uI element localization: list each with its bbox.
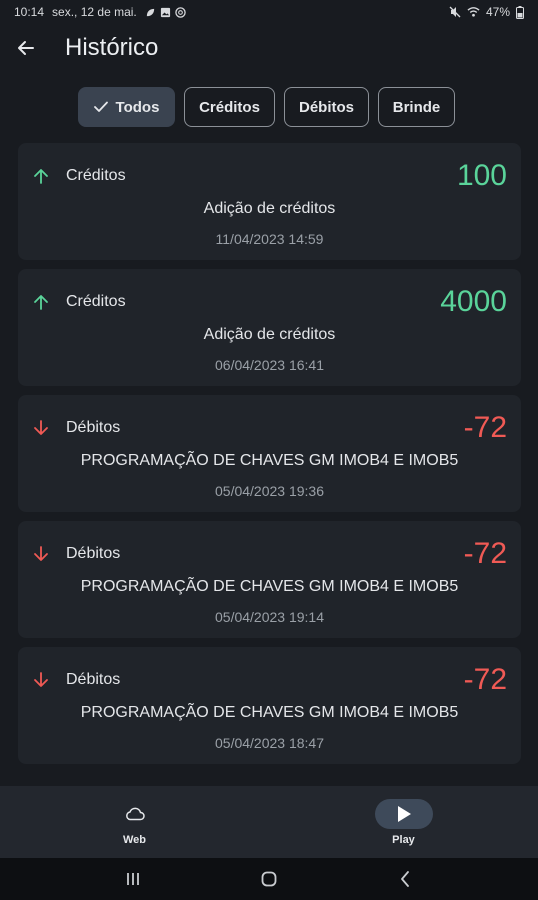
filter-chip-brinde[interactable]: Brinde bbox=[378, 87, 455, 127]
transaction-card[interactable]: Créditos 4000 Adição de créditos 06/04/2… bbox=[18, 269, 521, 386]
transaction-date: 05/04/2023 19:36 bbox=[215, 483, 324, 499]
cloud-icon bbox=[125, 807, 145, 820]
transaction-amount: -72 bbox=[463, 663, 507, 696]
transaction-date: 05/04/2023 19:14 bbox=[215, 609, 324, 625]
arrow-down-icon bbox=[34, 546, 48, 561]
transaction-amount: 100 bbox=[456, 159, 507, 192]
transaction-description: Adição de créditos bbox=[203, 326, 336, 343]
transaction-type: Débitos bbox=[66, 671, 121, 688]
bottom-navigation: Web Play bbox=[0, 786, 538, 858]
transaction-date: 11/04/2023 14:59 bbox=[215, 231, 324, 247]
arrow-down-icon bbox=[34, 420, 48, 435]
transaction-list: Créditos 100 Adição de créditos 11/04/20… bbox=[18, 143, 521, 773]
transaction-type: Créditos bbox=[66, 293, 126, 310]
transaction-date: 06/04/2023 16:41 bbox=[215, 357, 324, 373]
page-title: Histórico bbox=[65, 34, 159, 61]
filter-chips: Todos Créditos Débitos Brinde bbox=[78, 87, 455, 127]
transaction-description: Adição de créditos bbox=[203, 200, 336, 217]
battery-icon bbox=[516, 5, 524, 19]
transaction-type: Débitos bbox=[66, 545, 121, 562]
transaction-card[interactable]: Débitos -72 PROGRAMAÇÃO DE CHAVES GM IMO… bbox=[18, 395, 521, 512]
system-navigation-bar bbox=[0, 858, 538, 900]
chevron-left-icon bbox=[401, 871, 409, 887]
status-bar: 10:14 sex., 12 de mai. 47% bbox=[0, 0, 538, 24]
play-icon bbox=[397, 805, 411, 822]
transaction-type: Débitos bbox=[66, 419, 121, 436]
transaction-description: PROGRAMAÇÃO DE CHAVES GM IMOB4 E IMOB5 bbox=[80, 452, 459, 469]
filter-chip-label: Débitos bbox=[298, 98, 354, 116]
arrow-up-icon bbox=[34, 295, 48, 310]
nav-label: Web bbox=[122, 833, 147, 846]
transaction-type: Créditos bbox=[66, 167, 126, 184]
image-icon bbox=[160, 7, 170, 17]
back-button[interactable] bbox=[10, 32, 42, 64]
recent-apps-icon bbox=[127, 873, 139, 885]
transaction-card[interactable]: Débitos -72 PROGRAMAÇÃO DE CHAVES GM IMO… bbox=[18, 521, 521, 638]
transaction-card[interactable]: Débitos -72 PROGRAMAÇÃO DE CHAVES GM IMO… bbox=[18, 647, 521, 764]
transaction-description: PROGRAMAÇÃO DE CHAVES GM IMOB4 E IMOB5 bbox=[80, 578, 459, 595]
nav-item-web[interactable]: Web bbox=[0, 786, 269, 858]
at-icon bbox=[175, 6, 186, 18]
nav-item-play[interactable]: Play bbox=[269, 786, 538, 858]
transaction-amount: -72 bbox=[463, 411, 507, 444]
filter-chip-label: Todos bbox=[115, 98, 160, 116]
status-date: sex., 12 de mai. bbox=[52, 5, 137, 19]
transaction-amount: 4000 bbox=[440, 285, 507, 318]
nav-label: Play bbox=[392, 833, 415, 846]
arrow-down-icon bbox=[34, 672, 48, 687]
system-back-button[interactable] bbox=[385, 864, 425, 894]
transaction-description: PROGRAMAÇÃO DE CHAVES GM IMOB4 E IMOB5 bbox=[80, 704, 459, 721]
filter-chip-debitos[interactable]: Débitos bbox=[284, 87, 369, 127]
wifi-icon bbox=[467, 7, 480, 17]
nav-indicator bbox=[106, 799, 164, 829]
mute-icon bbox=[449, 6, 461, 18]
filter-chip-label: Créditos bbox=[199, 98, 260, 116]
transaction-date: 05/04/2023 18:47 bbox=[215, 735, 324, 751]
leaf-icon bbox=[146, 8, 154, 16]
filter-chip-todos[interactable]: Todos bbox=[78, 87, 175, 127]
nav-indicator bbox=[374, 798, 433, 829]
filter-chip-creditos[interactable]: Créditos bbox=[184, 87, 275, 127]
arrow-back-icon bbox=[18, 41, 34, 55]
notification-icons bbox=[145, 6, 186, 18]
home-icon bbox=[261, 871, 277, 887]
home-button[interactable] bbox=[249, 864, 289, 894]
filter-chip-label: Brinde bbox=[392, 98, 441, 116]
transaction-amount: -72 bbox=[463, 537, 507, 570]
status-time: 10:14 bbox=[14, 5, 45, 19]
battery-level: 47% bbox=[485, 5, 510, 19]
transaction-card[interactable]: Créditos 100 Adição de créditos 11/04/20… bbox=[18, 143, 521, 260]
check-icon bbox=[93, 101, 108, 113]
recent-apps-button[interactable] bbox=[113, 864, 153, 894]
app-bar: Histórico bbox=[0, 24, 538, 72]
arrow-up-icon bbox=[34, 169, 48, 184]
